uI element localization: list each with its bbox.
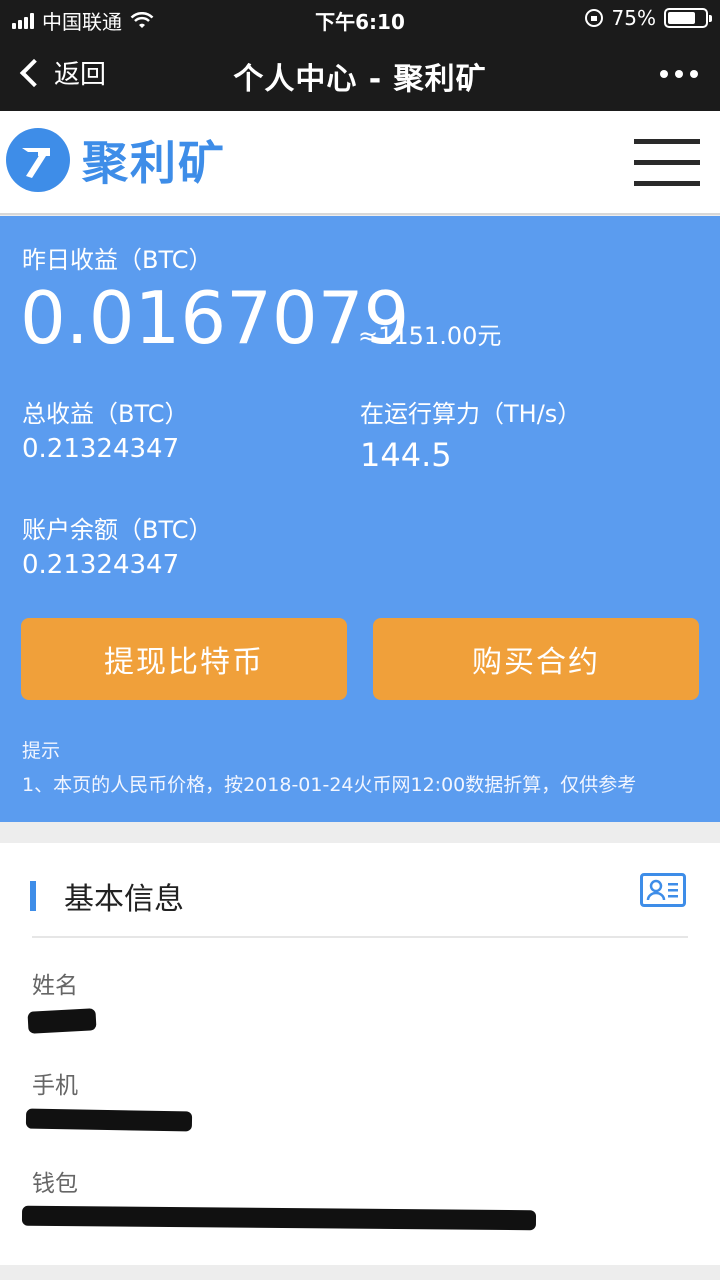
nav-bar: 返回 个人中心 - 聚利矿 [0,36,720,111]
total-earnings-value: 0.21324347 [22,434,180,464]
logo-text: 聚利矿 [82,136,226,190]
more-dot-icon [675,70,683,78]
tip-title: 提示 [22,740,61,762]
withdraw-bitcoin-button[interactable]: 提现比特币 [21,618,347,700]
balance-value: 0.21324347 [22,550,180,580]
brand-header: 聚利矿 [0,111,720,215]
orientation-lock-icon [584,9,603,27]
wallet-label: 钱包 [32,1171,78,1197]
hashrate-value: 144.5 [360,436,452,474]
hamburger-menu-icon[interactable] [634,139,700,187]
more-menu-button[interactable] [660,70,698,78]
page-title: 个人中心 - 聚利矿 [233,62,487,97]
battery-icon [664,8,712,28]
name-label: 姓名 [32,973,78,999]
status-right: 75% [584,6,712,30]
status-bar: 中国联通 下午6:10 75% [0,0,720,36]
section-accent-bar [30,881,36,911]
phone-redacted [25,1108,193,1132]
total-earnings-label: 总收益（BTC） [22,400,189,428]
name-redacted [27,1008,97,1034]
yesterday-earnings-cny: ≈1151.00元 [358,322,502,350]
divider [32,936,688,938]
battery-percent: 75% [611,6,656,30]
pickaxe-logo-icon [6,128,70,192]
phone-label: 手机 [32,1073,78,1099]
battery-fill [668,12,695,24]
section-title: 基本信息 [64,882,184,917]
balance-label: 账户余额（BTC） [22,516,213,544]
more-dot-icon [660,70,668,78]
yesterday-earnings-label: 昨日收益（BTC） [22,246,213,274]
buy-contract-button[interactable]: 购买合约 [373,618,699,700]
more-dot-icon [690,70,698,78]
id-card-icon[interactable] [640,873,686,907]
yesterday-earnings-value: 0.0167079 [20,276,410,360]
tip-text: 1、本页的人民币价格，按2018-01-24火币网12:00数据折算，仅供参考 [22,774,637,796]
logo[interactable]: 聚利矿 [6,127,226,193]
hashrate-label: 在运行算力（TH/s） [360,400,582,428]
